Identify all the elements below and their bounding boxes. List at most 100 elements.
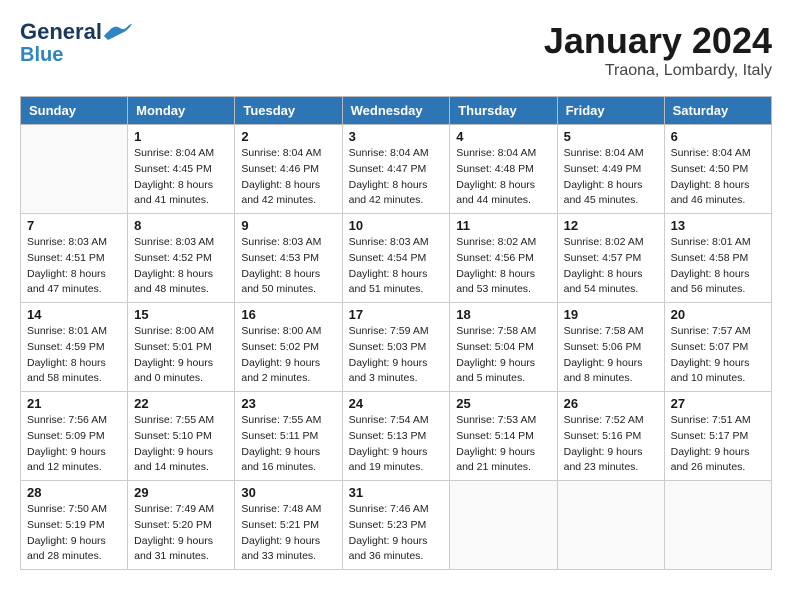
calendar-cell: 4 Sunrise: 8:04 AMSunset: 4:48 PMDaylight…	[450, 125, 557, 214]
day-number: 22	[134, 396, 228, 411]
day-number: 23	[241, 396, 335, 411]
day-number: 19	[564, 307, 658, 322]
day-info: Sunrise: 8:03 AMSunset: 4:52 PMDaylight:…	[134, 235, 228, 298]
day-number: 4	[456, 129, 550, 144]
calendar-cell: 5 Sunrise: 8:04 AMSunset: 4:49 PMDaylight…	[557, 125, 664, 214]
day-info: Sunrise: 8:00 AMSunset: 5:02 PMDaylight:…	[241, 324, 335, 387]
day-number: 27	[671, 396, 765, 411]
day-number: 30	[241, 485, 335, 500]
calendar-cell	[557, 481, 664, 570]
calendar-cell: 12 Sunrise: 8:02 AMSunset: 4:57 PMDayligh…	[557, 214, 664, 303]
calendar-cell: 26 Sunrise: 7:52 AMSunset: 5:16 PMDayligh…	[557, 392, 664, 481]
calendar-cell: 2 Sunrise: 8:04 AMSunset: 4:46 PMDaylight…	[235, 125, 342, 214]
calendar-cell	[21, 125, 128, 214]
day-number: 9	[241, 218, 335, 233]
calendar-cell: 8 Sunrise: 8:03 AMSunset: 4:52 PMDaylight…	[128, 214, 235, 303]
day-number: 16	[241, 307, 335, 322]
day-info: Sunrise: 8:04 AMSunset: 4:50 PMDaylight:…	[671, 146, 765, 209]
calendar-cell: 16 Sunrise: 8:00 AMSunset: 5:02 PMDayligh…	[235, 303, 342, 392]
calendar-cell: 19 Sunrise: 7:58 AMSunset: 5:06 PMDayligh…	[557, 303, 664, 392]
calendar-cell: 31Sunrise: 7:46 AMSunset: 5:23 PMDayligh…	[342, 481, 450, 570]
day-info: Sunrise: 8:01 AMSunset: 4:59 PMDaylight:…	[27, 324, 121, 387]
day-info: Sunrise: 7:54 AMSunset: 5:13 PMDaylight:…	[349, 413, 444, 476]
logo-bird-icon	[104, 22, 132, 42]
calendar-cell: 1Sunrise: 8:04 AMSunset: 4:45 PMDaylight…	[128, 125, 235, 214]
title-section: January 2024 Traona, Lombardy, Italy	[544, 20, 772, 80]
calendar-week-row: 7 Sunrise: 8:03 AMSunset: 4:51 PMDaylight…	[21, 214, 772, 303]
day-info: Sunrise: 8:00 AMSunset: 5:01 PMDaylight:…	[134, 324, 228, 387]
calendar-cell: 15 Sunrise: 8:00 AMSunset: 5:01 PMDayligh…	[128, 303, 235, 392]
day-number: 14	[27, 307, 121, 322]
calendar-cell: 25Sunrise: 7:53 AMSunset: 5:14 PMDayligh…	[450, 392, 557, 481]
day-info: Sunrise: 8:02 AMSunset: 4:56 PMDaylight:…	[456, 235, 550, 298]
calendar-cell: 28 Sunrise: 7:50 AMSunset: 5:19 PMDayligh…	[21, 481, 128, 570]
logo-general: General	[20, 20, 102, 44]
calendar-cell: 17Sunrise: 7:59 AMSunset: 5:03 PMDayligh…	[342, 303, 450, 392]
calendar-cell: 9 Sunrise: 8:03 AMSunset: 4:53 PMDaylight…	[235, 214, 342, 303]
calendar-cell: 11 Sunrise: 8:02 AMSunset: 4:56 PMDayligh…	[450, 214, 557, 303]
day-of-week-header: Saturday	[664, 97, 771, 125]
calendar-cell: 20 Sunrise: 7:57 AMSunset: 5:07 PMDayligh…	[664, 303, 771, 392]
day-of-week-header: Thursday	[450, 97, 557, 125]
calendar-cell: 10Sunrise: 8:03 AMSunset: 4:54 PMDayligh…	[342, 214, 450, 303]
day-number: 7	[27, 218, 121, 233]
day-info: Sunrise: 8:03 AMSunset: 4:53 PMDaylight:…	[241, 235, 335, 298]
logo: General Blue	[20, 20, 132, 66]
day-info: Sunrise: 7:50 AMSunset: 5:19 PMDaylight:…	[27, 502, 121, 565]
day-number: 18	[456, 307, 550, 322]
calendar-cell: 13 Sunrise: 8:01 AMSunset: 4:58 PMDayligh…	[664, 214, 771, 303]
day-info: Sunrise: 7:58 AMSunset: 5:06 PMDaylight:…	[564, 324, 658, 387]
day-info: Sunrise: 7:51 AMSunset: 5:17 PMDaylight:…	[671, 413, 765, 476]
day-info: Sunrise: 7:57 AMSunset: 5:07 PMDaylight:…	[671, 324, 765, 387]
page-header: General Blue January 2024 Traona, Lombar…	[20, 20, 772, 80]
day-info: Sunrise: 8:04 AMSunset: 4:46 PMDaylight:…	[241, 146, 335, 209]
calendar-table: SundayMondayTuesdayWednesdayThursdayFrid…	[20, 96, 772, 570]
day-number: 5	[564, 129, 658, 144]
day-info: Sunrise: 8:02 AMSunset: 4:57 PMDaylight:…	[564, 235, 658, 298]
calendar-cell: 23 Sunrise: 7:55 AMSunset: 5:11 PMDayligh…	[235, 392, 342, 481]
day-number: 6	[671, 129, 765, 144]
day-info: Sunrise: 8:03 AMSunset: 4:51 PMDaylight:…	[27, 235, 121, 298]
day-number: 12	[564, 218, 658, 233]
day-number: 20	[671, 307, 765, 322]
calendar-cell	[450, 481, 557, 570]
calendar-cell: 7 Sunrise: 8:03 AMSunset: 4:51 PMDaylight…	[21, 214, 128, 303]
day-info: Sunrise: 7:48 AMSunset: 5:21 PMDaylight:…	[241, 502, 335, 565]
calendar-cell: 24Sunrise: 7:54 AMSunset: 5:13 PMDayligh…	[342, 392, 450, 481]
day-info: Sunrise: 7:55 AMSunset: 5:11 PMDaylight:…	[241, 413, 335, 476]
calendar-week-row: 1Sunrise: 8:04 AMSunset: 4:45 PMDaylight…	[21, 125, 772, 214]
day-number: 15	[134, 307, 228, 322]
day-info: Sunrise: 7:46 AMSunset: 5:23 PMDaylight:…	[349, 502, 444, 565]
day-info: Sunrise: 8:04 AMSunset: 4:45 PMDaylight:…	[134, 146, 228, 209]
calendar-week-row: 28 Sunrise: 7:50 AMSunset: 5:19 PMDayligh…	[21, 481, 772, 570]
day-info: Sunrise: 7:55 AMSunset: 5:10 PMDaylight:…	[134, 413, 228, 476]
day-of-week-header: Wednesday	[342, 97, 450, 125]
day-of-week-header: Tuesday	[235, 97, 342, 125]
day-info: Sunrise: 8:01 AMSunset: 4:58 PMDaylight:…	[671, 235, 765, 298]
calendar-cell: 18 Sunrise: 7:58 AMSunset: 5:04 PMDayligh…	[450, 303, 557, 392]
day-info: Sunrise: 7:58 AMSunset: 5:04 PMDaylight:…	[456, 324, 550, 387]
calendar-cell: 22 Sunrise: 7:55 AMSunset: 5:10 PMDayligh…	[128, 392, 235, 481]
calendar-header-row: SundayMondayTuesdayWednesdayThursdayFrid…	[21, 97, 772, 125]
day-info: Sunrise: 8:03 AMSunset: 4:54 PMDaylight:…	[349, 235, 444, 298]
day-number: 3	[349, 129, 444, 144]
day-number: 8	[134, 218, 228, 233]
day-number: 21	[27, 396, 121, 411]
calendar-cell: 6 Sunrise: 8:04 AMSunset: 4:50 PMDaylight…	[664, 125, 771, 214]
day-of-week-header: Monday	[128, 97, 235, 125]
day-number: 13	[671, 218, 765, 233]
day-number: 11	[456, 218, 550, 233]
day-info: Sunrise: 7:52 AMSunset: 5:16 PMDaylight:…	[564, 413, 658, 476]
day-number: 29	[134, 485, 228, 500]
day-info: Sunrise: 7:56 AMSunset: 5:09 PMDaylight:…	[27, 413, 121, 476]
calendar-cell: 14 Sunrise: 8:01 AMSunset: 4:59 PMDayligh…	[21, 303, 128, 392]
month-title: January 2024	[544, 20, 772, 62]
day-info: Sunrise: 8:04 AMSunset: 4:47 PMDaylight:…	[349, 146, 444, 209]
day-number: 2	[241, 129, 335, 144]
day-info: Sunrise: 8:04 AMSunset: 4:48 PMDaylight:…	[456, 146, 550, 209]
day-number: 28	[27, 485, 121, 500]
logo-blue: Blue	[20, 44, 63, 66]
day-info: Sunrise: 8:04 AMSunset: 4:49 PMDaylight:…	[564, 146, 658, 209]
day-info: Sunrise: 7:59 AMSunset: 5:03 PMDaylight:…	[349, 324, 444, 387]
day-number: 26	[564, 396, 658, 411]
